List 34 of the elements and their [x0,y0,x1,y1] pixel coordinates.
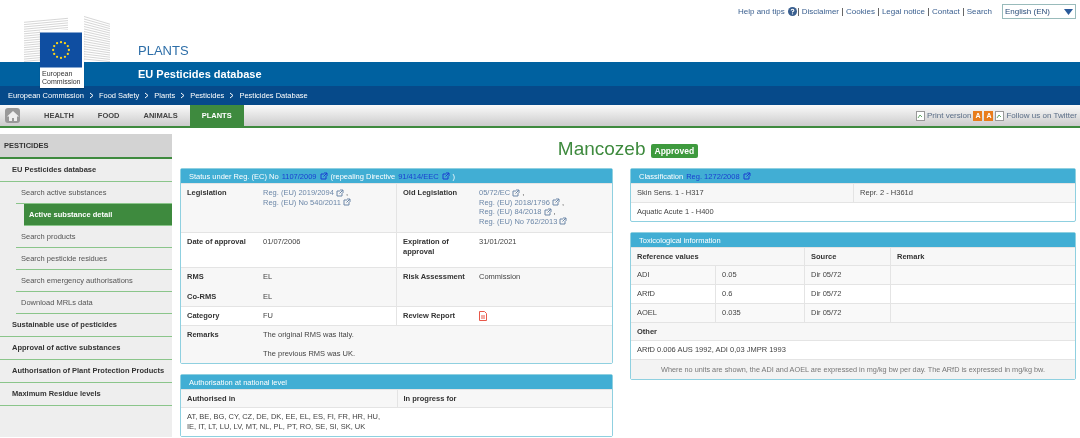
top-link[interactable]: Contact [930,7,962,16]
twitter-link[interactable]: Follow us on Twitter [1006,111,1077,120]
caret-icon [1064,8,1073,15]
external-link-icon [551,198,560,207]
external-link-icon [559,217,568,226]
broken-image-icon [916,110,925,121]
external-link-icon [342,198,351,207]
top-link[interactable]: Disclaimer [799,7,841,16]
pdf-icon[interactable] [479,311,487,321]
top-link[interactable]: Help and tips [735,7,787,16]
chevron-icon [229,92,235,99]
home-button[interactable] [5,108,20,123]
external-link-icon [512,188,521,197]
help-icon [787,7,797,16]
top-link[interactable]: Search [964,7,994,16]
chevron-icon [180,92,186,99]
chevron-icon [144,92,150,99]
top-link[interactable]: Legal notice [879,7,928,16]
chevron-icon [88,92,94,99]
status-badge: Approved [650,143,699,158]
home-icon [5,109,20,122]
site-title: PLANTS [138,43,189,58]
top-link[interactable]: Cookies [844,7,877,16]
external-link-icon [441,172,450,180]
language-select[interactable]: English (EN) [1002,4,1076,19]
external-link-icon [543,207,552,216]
eu-flag-icon [40,30,82,70]
external-link-icon [742,172,751,180]
site-subtitle: EU Pesticides database [138,68,262,80]
broken-image-icon [995,110,1005,121]
external-link-icon [335,188,344,197]
substance-name: Mancozeb [557,138,646,160]
external-link-icon [319,172,328,180]
print-link[interactable]: Print version [927,111,972,120]
